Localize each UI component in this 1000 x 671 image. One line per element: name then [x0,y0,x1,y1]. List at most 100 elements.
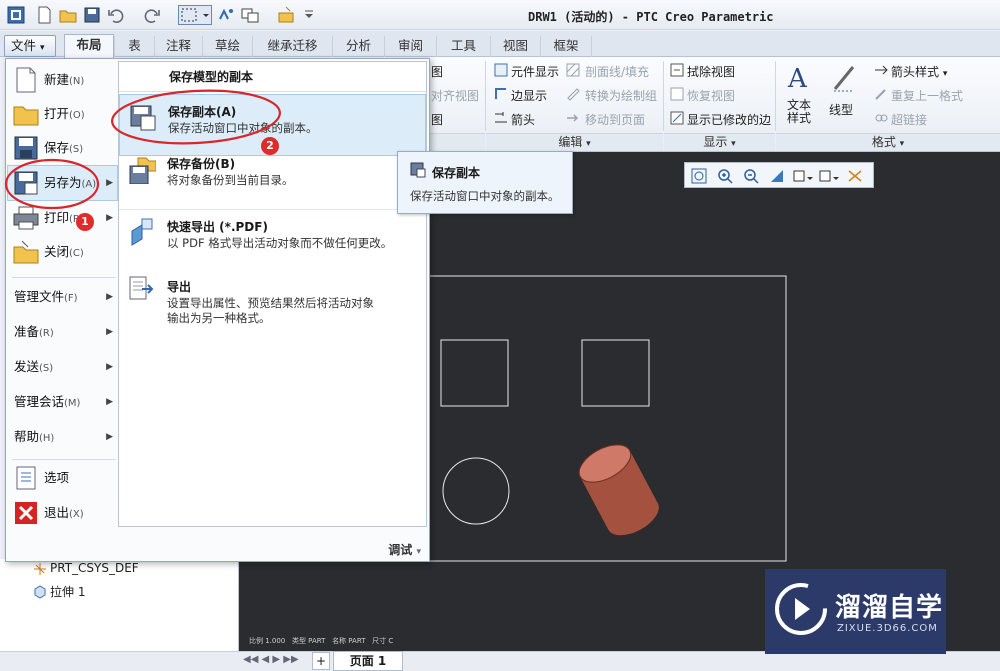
tab-layout[interactable]: 布局 [64,34,114,58]
menu-item-manage-file[interactable]: 管理文件(F) ▶ [6,280,119,314]
tab-view[interactable]: 视图 [490,36,540,57]
erase-view-button[interactable]: 拭除视图 [687,63,735,80]
canvas-footer: 比例 1.000 类型 PART 名称 PART 尺寸 C [249,636,393,646]
quick-export-icon [127,216,157,248]
add-page-button[interactable]: + [312,652,330,670]
hyperlink-button[interactable]: 超链接 [891,111,927,128]
submenu-arrow-icon: ▶ [106,178,113,188]
tree-item-extrude[interactable]: 拉伸 1 [50,583,85,600]
tab-annotate[interactable]: 注释 [154,36,202,57]
regenerate-icon[interactable] [216,5,236,25]
move-to-page-button[interactable]: 移动到页面 [585,111,645,128]
menu-item-prepare[interactable]: 准备(R) ▶ [6,315,119,349]
show-modified-edges-button[interactable]: 显示已修改的边 [687,111,771,128]
submenu-item-title: 快速导出 (*.PDF) [167,220,268,234]
tab-sketch[interactable]: 草绘 [202,36,252,57]
tab-review[interactable]: 审阅 [384,36,436,57]
submenu-arrow-icon: ▶ [106,213,113,223]
tree-item-csys[interactable]: PRT_CSYS_DEF [50,561,139,575]
tab-tools[interactable]: 工具 [436,36,490,57]
submenu-item-quick-export-pdf[interactable]: 快速导出 (*.PDF) 以 PDF 格式导出活动对象而不做任何更改。 [119,209,426,271]
component-display-button[interactable]: 元件显示 [511,63,559,80]
submenu-arrow-icon: ▶ [106,327,113,337]
component-display-icon [493,62,509,78]
hatch-icon [565,62,581,78]
save-as-submenu: 保存模型的副本 保存副本(A) 保存活动窗口中对象的副本。 保存备份(B) 将对… [118,61,427,527]
menu-item-manage-session[interactable]: 管理会话(M) ▶ [6,385,119,419]
format-group-label[interactable]: 格式 ▾ [776,133,1000,151]
page-tab-1[interactable]: 页面 1 [333,651,403,671]
hatch-fill-button[interactable]: 剖面线/填充 [585,63,649,80]
menu-item-close[interactable]: 关闭(C) [6,235,119,269]
sheet-size: 尺寸 C [372,637,394,645]
model-tree: PRT_CSYS_DEF 拉伸 1 [0,559,239,651]
sheet-name: 名称 PART [332,637,366,645]
menu-item-print[interactable]: 打印(P)▶ [6,201,119,235]
tooltip-title: 保存副本 [432,166,481,180]
submenu-item-desc: 以 PDF 格式导出活动对象而不做任何更改。 [167,236,393,250]
line-style-button[interactable]: 线型 [829,101,853,118]
hyperlink-icon [873,110,889,126]
menu-item-exit[interactable]: 退出(X) [6,496,119,530]
undo-icon[interactable] [106,5,126,25]
ribbon-align-view[interactable]: 对齐视图 [431,87,479,104]
submenu-arrow-icon: ▶ [106,397,113,407]
show-modified-edges-icon [669,110,685,126]
arrow-style-button[interactable]: 箭头样式 ▾ [891,63,947,80]
submenu-item-title: 保存副本(A) [168,105,237,119]
export-icon [127,274,157,306]
menu-item-help[interactable]: 帮助(H) ▶ [6,420,119,454]
line-style-icon [831,61,859,93]
save-icon[interactable] [82,5,102,25]
tab-analysis[interactable]: 分析 [332,36,384,57]
edit-group-label[interactable]: 编辑 ▾ [486,133,663,151]
convert-to-draw-group-button[interactable]: 转换为绘制组 [585,87,657,104]
ribbon-partial-3[interactable]: 图 [431,111,443,128]
title-bar: DRW1 (活动的) - PTC Creo Parametric [0,0,1000,30]
app-icon[interactable] [6,5,26,25]
text-style-icon: A [785,61,817,93]
tab-table[interactable]: 表 [114,36,154,57]
page-nav-arrows[interactable]: ◀◀ ◀ ▶ ▶▶ [243,654,299,665]
menu-item-save-as[interactable]: 另存为(A) ▶ [6,166,119,200]
sheet-scale: 比例 1.000 [249,637,286,645]
display-group-label[interactable]: 显示 ▾ [664,133,775,151]
menu-item-save[interactable]: 保存(S) [6,131,119,165]
erase-view-icon [669,62,685,78]
submenu-item-save-backup[interactable]: 保存备份(B) 将对象备份到当前目录。 [119,147,426,209]
new-file-icon[interactable] [34,5,54,25]
menu-item-options[interactable]: 选项 [6,461,119,495]
save-copy-icon [128,103,158,133]
select-box-icon[interactable] [178,5,212,25]
submenu-item-desc: 将对象备份到当前目录。 [167,173,294,187]
redo-icon[interactable] [142,5,162,25]
edge-display-button[interactable]: 边显示 [511,87,547,104]
move-to-page-icon [565,110,581,126]
file-menu-button[interactable]: 文件 ▾ [4,35,56,57]
repeat-format-icon [873,86,889,102]
debug-dropdown[interactable]: 调试 ▾ [388,541,421,558]
tooltip-save-copy: 保存副本 保存活动窗口中对象的副本。 [397,151,573,214]
restore-view-button[interactable]: 恢复视图 [687,87,735,104]
close-window-icon[interactable] [276,5,296,25]
window-title: DRW1 (活动的) - PTC Creo Parametric [528,10,774,24]
arrow-button[interactable]: 箭头 [511,111,535,128]
menu-item-open[interactable]: 打开(O) [6,97,119,131]
menu-item-new[interactable]: 新建(N) [6,63,119,97]
submenu-item-title: 保存备份(B) [167,157,236,171]
ribbon-panel: 图 对齐视图 图 元件显示 边显示 箭头 剖面线/填充 转换为绘制组 移动到页面… [429,57,1000,152]
open-folder-icon[interactable] [58,5,78,25]
ribbon-partial-1[interactable]: 图 [431,63,443,80]
tab-frame[interactable]: 框架 [540,36,592,57]
submenu-item-export[interactable]: 导出 设置导出属性、预览结果然后将活动对象输出为另一种格式。 [119,270,426,340]
customize-dropdown-icon[interactable] [302,5,322,25]
repeat-last-format-button[interactable]: 重复上一格式 [891,87,963,104]
tooltip-save-icon [410,162,426,178]
menu-item-send[interactable]: 发送(S) ▶ [6,350,119,384]
save-backup-icon [127,155,157,185]
tab-legacy-migration[interactable]: 继承迁移 [252,36,332,57]
windows-icon[interactable] [240,5,260,25]
ribbon-tab-bar: 文件 ▾ 布局 表 注释 草绘 继承迁移 分析 审阅 工具 视图 框架 [0,31,1000,58]
play-logo-icon [773,581,829,637]
text-style-button[interactable]: 文本样式 [787,99,817,125]
